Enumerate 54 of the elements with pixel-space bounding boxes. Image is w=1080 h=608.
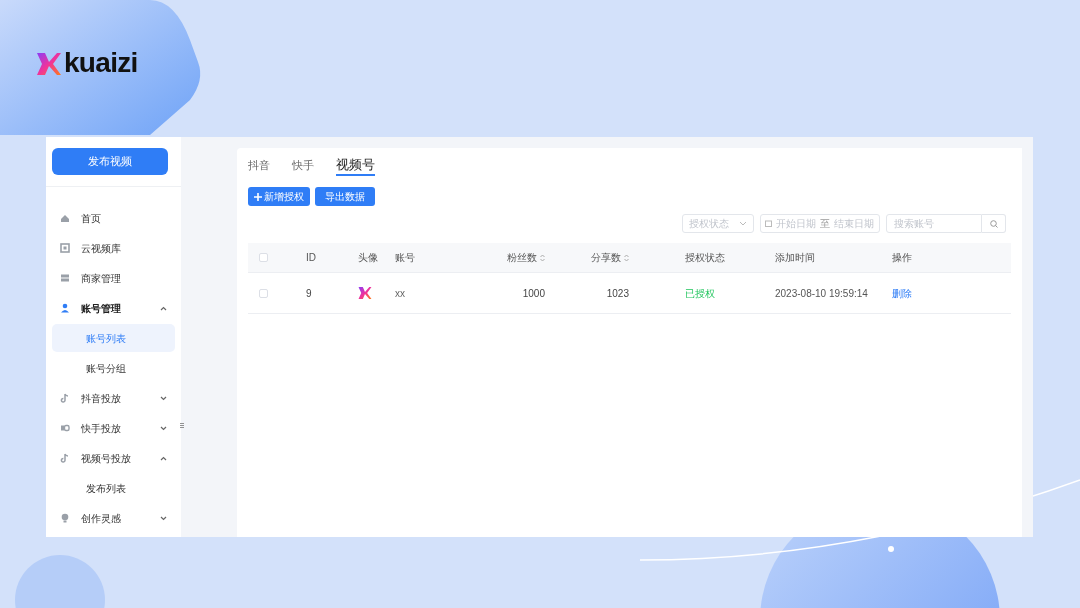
column-header: 账号	[395, 251, 415, 265]
sidebar-item[interactable]: 创作灵感	[46, 503, 181, 533]
add-authorization-button[interactable]: 新增授权	[248, 187, 310, 206]
home-icon	[60, 213, 70, 223]
decorative-dot	[888, 546, 894, 552]
sidebar-subitem[interactable]: 账号分组	[52, 354, 175, 382]
sidebar-subitem[interactable]: 发布列表	[52, 474, 175, 502]
sort-icon[interactable]	[624, 253, 629, 262]
lightbulb-icon	[60, 513, 70, 523]
tab[interactable]: 快手	[292, 158, 314, 176]
plus-icon	[254, 192, 262, 201]
row-checkbox[interactable]	[259, 288, 268, 298]
sidebar-item[interactable]: 快手投放	[46, 413, 181, 443]
camera-icon	[60, 423, 70, 433]
column-header: 头像	[358, 251, 378, 265]
sidebar-item[interactable]: 账号管理	[46, 293, 181, 323]
sidebar-item[interactable]: 视频号投放	[46, 443, 181, 473]
select-all-checkbox[interactable]	[259, 253, 268, 262]
column-header: 添加时间	[775, 251, 815, 265]
publish-video-button[interactable]: 发布视频	[52, 148, 168, 175]
column-header[interactable]: 粉丝数	[507, 250, 545, 265]
table-cell-text: 1000	[522, 286, 545, 301]
tab[interactable]: 视频号	[336, 158, 375, 176]
search-button[interactable]	[982, 214, 1006, 233]
table-cell-text: 2023-08-10 19:59:14	[775, 286, 868, 301]
sort-icon[interactable]	[540, 253, 545, 262]
chevron-down-icon	[739, 221, 747, 226]
avatar-logo-icon	[358, 286, 372, 300]
calendar-icon	[765, 220, 772, 227]
delete-link[interactable]: 删除	[892, 285, 912, 301]
tab[interactable]: 抖音	[248, 158, 270, 176]
search-icon	[989, 219, 998, 228]
image-frame-icon	[60, 243, 70, 253]
sidebar-item[interactable]: 云视频库	[46, 233, 181, 263]
sidebar-subitem[interactable]: 账号列表	[52, 324, 175, 352]
music-note-icon	[60, 453, 70, 463]
music-note-icon	[60, 393, 70, 403]
column-header: 操作	[892, 251, 912, 265]
logo-text: kuaizi	[64, 48, 138, 78]
table-cell-text: 9	[306, 286, 312, 301]
store-icon	[60, 273, 70, 283]
sidebar-item[interactable]: 抖音投放	[46, 383, 181, 413]
sidebar-item[interactable]: 商家管理	[46, 263, 181, 293]
table-cell-text: 1023	[606, 286, 629, 301]
status-text: 已授权	[685, 286, 715, 301]
collapse-handle-icon[interactable]	[180, 423, 184, 428]
column-header: 授权状态	[685, 251, 725, 265]
logo-icon	[36, 51, 62, 77]
export-data-button[interactable]: 导出数据	[315, 187, 375, 206]
sidebar-item[interactable]: 首页	[46, 203, 181, 233]
user-icon	[60, 303, 70, 313]
table-cell-text: xx	[395, 286, 405, 301]
column-header: ID	[306, 251, 316, 265]
column-header[interactable]: 分享数	[591, 250, 629, 265]
